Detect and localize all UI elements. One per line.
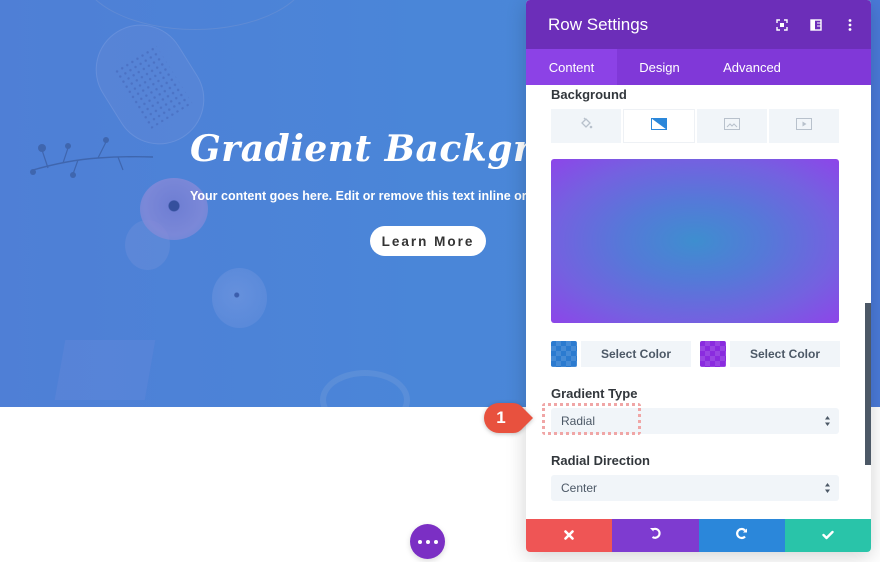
start-color-swatch[interactable] — [551, 341, 577, 367]
learn-more-button[interactable]: Learn More — [370, 226, 486, 256]
redo-button[interactable] — [698, 519, 785, 552]
gradient-type-label: Gradient Type — [551, 386, 638, 401]
gradient-start-color: Select Color — [551, 341, 691, 367]
tab-content[interactable]: Content — [526, 49, 617, 85]
paint-bucket-icon — [579, 117, 593, 136]
more-vertical-icon[interactable] — [843, 18, 857, 32]
bg-tab-video[interactable] — [769, 109, 839, 143]
decor-urchin — [212, 268, 267, 328]
dot — [417, 539, 422, 544]
redo-icon — [735, 527, 748, 545]
select-arrows-icon — [824, 481, 831, 495]
gradient-preview — [551, 159, 839, 323]
image-icon — [724, 117, 740, 135]
fullscreen-icon[interactable] — [775, 18, 789, 32]
check-icon — [822, 527, 834, 545]
split-view-icon[interactable] — [809, 18, 823, 32]
radial-direction-select[interactable]: Center — [551, 475, 839, 501]
start-select-color-button[interactable]: Select Color — [581, 341, 691, 367]
panel-scrollbar[interactable] — [865, 303, 871, 465]
dot — [425, 539, 430, 544]
callout-number: 1 — [496, 408, 506, 427]
bg-tab-gradient[interactable] — [623, 109, 695, 143]
close-icon — [564, 527, 574, 545]
hero-text[interactable]: Your content goes here. Edit or remove t… — [190, 189, 563, 203]
step-callout: 1 — [483, 402, 535, 434]
gradient-end-color: Select Color — [700, 341, 840, 367]
decor-cup — [320, 370, 410, 407]
undo-icon — [649, 527, 662, 545]
select-arrows-icon — [824, 414, 831, 428]
bg-tab-image[interactable] — [697, 109, 767, 143]
decor-plate — [80, 0, 310, 30]
panel-footer — [526, 519, 871, 552]
row-settings-panel: Row Settings Content Design Advanced Bac… — [526, 0, 871, 552]
radial-direction-label: Radial Direction — [551, 453, 650, 468]
panel-title: Row Settings — [548, 14, 649, 34]
background-label: Background — [551, 87, 627, 102]
background-type-tabs — [551, 109, 839, 143]
radial-direction-value: Center — [561, 481, 598, 495]
settings-tabs: Content Design Advanced — [526, 49, 871, 85]
add-row-button[interactable] — [410, 524, 445, 559]
video-icon — [796, 117, 812, 135]
end-color-swatch[interactable] — [700, 341, 726, 367]
end-select-color-button[interactable]: Select Color — [730, 341, 840, 367]
decor-urchin — [140, 178, 208, 240]
undo-button[interactable] — [612, 519, 699, 552]
bg-tab-color[interactable] — [551, 109, 621, 143]
header-icons — [775, 0, 857, 49]
highlight-box — [542, 403, 641, 435]
hero-edge — [871, 0, 880, 407]
panel-body: Background Select Color Select Color Gra… — [526, 85, 871, 519]
decor-sponge — [54, 340, 156, 400]
gradient-icon — [651, 117, 667, 135]
dot — [433, 539, 438, 544]
cancel-button[interactable] — [526, 519, 613, 552]
decor-sprig — [30, 137, 153, 178]
save-button[interactable] — [784, 519, 871, 552]
tab-design[interactable]: Design — [617, 49, 702, 85]
tab-advanced[interactable]: Advanced — [702, 49, 802, 85]
panel-header[interactable]: Row Settings — [526, 0, 871, 49]
page: Gradient Background f Your content goes … — [0, 0, 880, 562]
